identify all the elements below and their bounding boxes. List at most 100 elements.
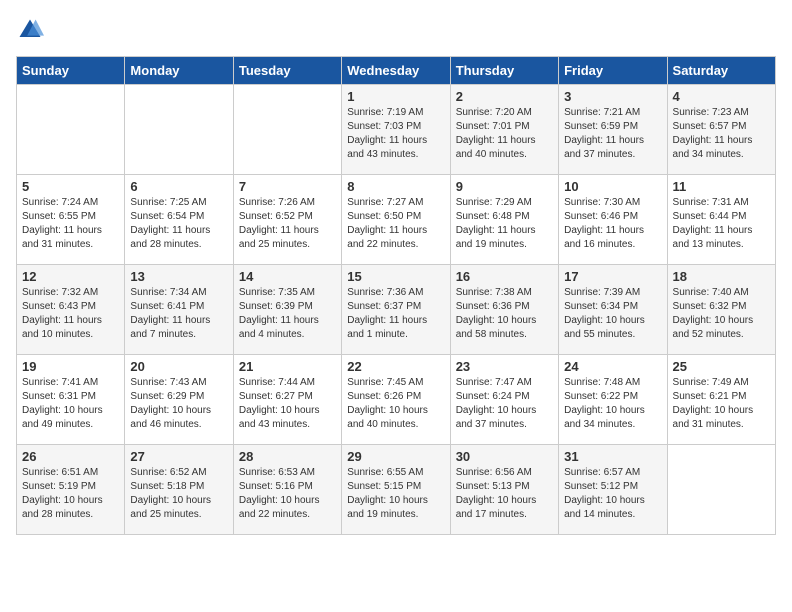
day-number: 18 — [673, 269, 770, 284]
calendar-cell: 2Sunrise: 7:20 AM Sunset: 7:01 PM Daylig… — [450, 85, 558, 175]
calendar-cell: 29Sunrise: 6:55 AM Sunset: 5:15 PM Dayli… — [342, 445, 450, 535]
day-info: Sunrise: 6:53 AM Sunset: 5:16 PM Dayligh… — [239, 466, 336, 522]
day-number: 25 — [673, 359, 770, 374]
day-info: Sunrise: 6:51 AM Sunset: 5:19 PM Dayligh… — [22, 466, 119, 522]
day-info: Sunrise: 7:29 AM Sunset: 6:48 PM Dayligh… — [456, 196, 553, 252]
day-number: 5 — [22, 179, 119, 194]
calendar-cell — [125, 85, 233, 175]
calendar-cell: 4 Sunrise: 7:23 AM Sunset: 6:57 PM Daylig… — [667, 85, 775, 175]
page-header — [16, 16, 776, 44]
day-number: 7 — [239, 179, 336, 194]
day-of-week-header: Sunday — [17, 57, 125, 85]
day-of-week-header: Tuesday — [233, 57, 341, 85]
day-info: Sunrise: 7:44 AM Sunset: 6:27 PM Dayligh… — [239, 376, 336, 432]
day-info: Sunrise: 7:25 AM Sunset: 6:54 PM Dayligh… — [130, 196, 227, 252]
calendar-cell: 7 Sunrise: 7:26 AM Sunset: 6:52 PM Daylig… — [233, 175, 341, 265]
day-number: 8 — [347, 179, 444, 194]
calendar-cell: 15 Sunrise: 7:36 AM Sunset: 6:37 PM Dayli… — [342, 265, 450, 355]
calendar-cell: 31 Sunrise: 6:57 AM Sunset: 5:12 PM Dayli… — [559, 445, 667, 535]
day-number: 13 — [130, 269, 227, 284]
calendar-cell: 24 Sunrise: 7:48 AM Sunset: 6:22 PM Dayli… — [559, 355, 667, 445]
day-of-week-header: Monday — [125, 57, 233, 85]
day-info: Sunrise: 7:31 AM Sunset: 6:44 PM Dayligh… — [673, 196, 770, 252]
day-of-week-header: Thursday — [450, 57, 558, 85]
day-number: 23 — [456, 359, 553, 374]
day-number: 30 — [456, 449, 553, 464]
calendar-cell: 19 Sunrise: 7:41 AM Sunset: 6:31 PM Dayli… — [17, 355, 125, 445]
day-number: 15 — [347, 269, 444, 284]
calendar-cell: 27Sunrise: 6:52 AM Sunset: 5:18 PM Dayli… — [125, 445, 233, 535]
day-info: Sunrise: 7:40 AM Sunset: 6:32 PM Dayligh… — [673, 286, 770, 342]
calendar-week-row: 5 Sunrise: 7:24 AM Sunset: 6:55 PM Daylig… — [17, 175, 776, 265]
calendar-cell: 8Sunrise: 7:27 AM Sunset: 6:50 PM Daylig… — [342, 175, 450, 265]
calendar-cell — [233, 85, 341, 175]
day-info: Sunrise: 6:55 AM Sunset: 5:15 PM Dayligh… — [347, 466, 444, 522]
day-info: Sunrise: 7:39 AM Sunset: 6:34 PM Dayligh… — [564, 286, 661, 342]
day-info: Sunrise: 7:35 AM Sunset: 6:39 PM Dayligh… — [239, 286, 336, 342]
day-info: Sunrise: 7:21 AM Sunset: 6:59 PM Dayligh… — [564, 106, 661, 162]
day-number: 12 — [22, 269, 119, 284]
day-info: Sunrise: 7:36 AM Sunset: 6:37 PM Dayligh… — [347, 286, 444, 342]
day-of-week-header: Saturday — [667, 57, 775, 85]
day-info: Sunrise: 7:23 AM Sunset: 6:57 PM Dayligh… — [673, 106, 770, 162]
day-info: Sunrise: 7:47 AM Sunset: 6:24 PM Dayligh… — [456, 376, 553, 432]
day-number: 20 — [130, 359, 227, 374]
day-number: 11 — [673, 179, 770, 194]
calendar-cell: 13Sunrise: 7:34 AM Sunset: 6:41 PM Dayli… — [125, 265, 233, 355]
day-info: Sunrise: 7:38 AM Sunset: 6:36 PM Dayligh… — [456, 286, 553, 342]
day-number: 9 — [456, 179, 553, 194]
calendar-table: SundayMondayTuesdayWednesdayThursdayFrid… — [16, 56, 776, 535]
calendar-cell: 5 Sunrise: 7:24 AM Sunset: 6:55 PM Daylig… — [17, 175, 125, 265]
calendar-cell: 16 Sunrise: 7:38 AM Sunset: 6:36 PM Dayli… — [450, 265, 558, 355]
calendar-week-row: 12Sunrise: 7:32 AM Sunset: 6:43 PM Dayli… — [17, 265, 776, 355]
calendar-cell: 28 Sunrise: 6:53 AM Sunset: 5:16 PM Dayli… — [233, 445, 341, 535]
day-number: 28 — [239, 449, 336, 464]
calendar-cell: 14 Sunrise: 7:35 AM Sunset: 6:39 PM Dayli… — [233, 265, 341, 355]
day-number: 31 — [564, 449, 661, 464]
calendar-cell: 26Sunrise: 6:51 AM Sunset: 5:19 PM Dayli… — [17, 445, 125, 535]
calendar-cell: 20Sunrise: 7:43 AM Sunset: 6:29 PM Dayli… — [125, 355, 233, 445]
day-number: 1 — [347, 89, 444, 104]
day-number: 6 — [130, 179, 227, 194]
calendar-cell: 9 Sunrise: 7:29 AM Sunset: 6:48 PM Daylig… — [450, 175, 558, 265]
calendar-week-row: 26Sunrise: 6:51 AM Sunset: 5:19 PM Dayli… — [17, 445, 776, 535]
day-info: Sunrise: 7:41 AM Sunset: 6:31 PM Dayligh… — [22, 376, 119, 432]
calendar-cell: 11 Sunrise: 7:31 AM Sunset: 6:44 PM Dayli… — [667, 175, 775, 265]
calendar-cell — [17, 85, 125, 175]
calendar-cell: 3 Sunrise: 7:21 AM Sunset: 6:59 PM Daylig… — [559, 85, 667, 175]
day-number: 17 — [564, 269, 661, 284]
day-number: 22 — [347, 359, 444, 374]
day-number: 19 — [22, 359, 119, 374]
day-info: Sunrise: 6:57 AM Sunset: 5:12 PM Dayligh… — [564, 466, 661, 522]
calendar-cell — [667, 445, 775, 535]
calendar-week-row: 19 Sunrise: 7:41 AM Sunset: 6:31 PM Dayli… — [17, 355, 776, 445]
calendar-cell: 18 Sunrise: 7:40 AM Sunset: 6:32 PM Dayli… — [667, 265, 775, 355]
day-number: 24 — [564, 359, 661, 374]
day-info: Sunrise: 7:30 AM Sunset: 6:46 PM Dayligh… — [564, 196, 661, 252]
day-info: Sunrise: 7:49 AM Sunset: 6:21 PM Dayligh… — [673, 376, 770, 432]
day-info: Sunrise: 7:45 AM Sunset: 6:26 PM Dayligh… — [347, 376, 444, 432]
calendar-week-row: 1Sunrise: 7:19 AM Sunset: 7:03 PM Daylig… — [17, 85, 776, 175]
calendar-cell: 22 Sunrise: 7:45 AM Sunset: 6:26 PM Dayli… — [342, 355, 450, 445]
calendar-header-row: SundayMondayTuesdayWednesdayThursdayFrid… — [17, 57, 776, 85]
calendar-cell: 12Sunrise: 7:32 AM Sunset: 6:43 PM Dayli… — [17, 265, 125, 355]
logo-icon — [16, 16, 44, 44]
day-info: Sunrise: 7:48 AM Sunset: 6:22 PM Dayligh… — [564, 376, 661, 432]
day-number: 4 — [673, 89, 770, 104]
calendar-cell: 17 Sunrise: 7:39 AM Sunset: 6:34 PM Dayli… — [559, 265, 667, 355]
calendar-cell: 21Sunrise: 7:44 AM Sunset: 6:27 PM Dayli… — [233, 355, 341, 445]
day-info: Sunrise: 7:24 AM Sunset: 6:55 PM Dayligh… — [22, 196, 119, 252]
day-info: Sunrise: 7:26 AM Sunset: 6:52 PM Dayligh… — [239, 196, 336, 252]
logo — [16, 16, 46, 44]
day-number: 2 — [456, 89, 553, 104]
day-number: 27 — [130, 449, 227, 464]
calendar-cell: 23 Sunrise: 7:47 AM Sunset: 6:24 PM Dayli… — [450, 355, 558, 445]
day-number: 16 — [456, 269, 553, 284]
calendar-cell: 6 Sunrise: 7:25 AM Sunset: 6:54 PM Daylig… — [125, 175, 233, 265]
day-number: 14 — [239, 269, 336, 284]
calendar-cell: 25 Sunrise: 7:49 AM Sunset: 6:21 PM Dayli… — [667, 355, 775, 445]
day-number: 3 — [564, 89, 661, 104]
calendar-cell: 30 Sunrise: 6:56 AM Sunset: 5:13 PM Dayli… — [450, 445, 558, 535]
calendar-cell: 1Sunrise: 7:19 AM Sunset: 7:03 PM Daylig… — [342, 85, 450, 175]
day-info: Sunrise: 6:56 AM Sunset: 5:13 PM Dayligh… — [456, 466, 553, 522]
